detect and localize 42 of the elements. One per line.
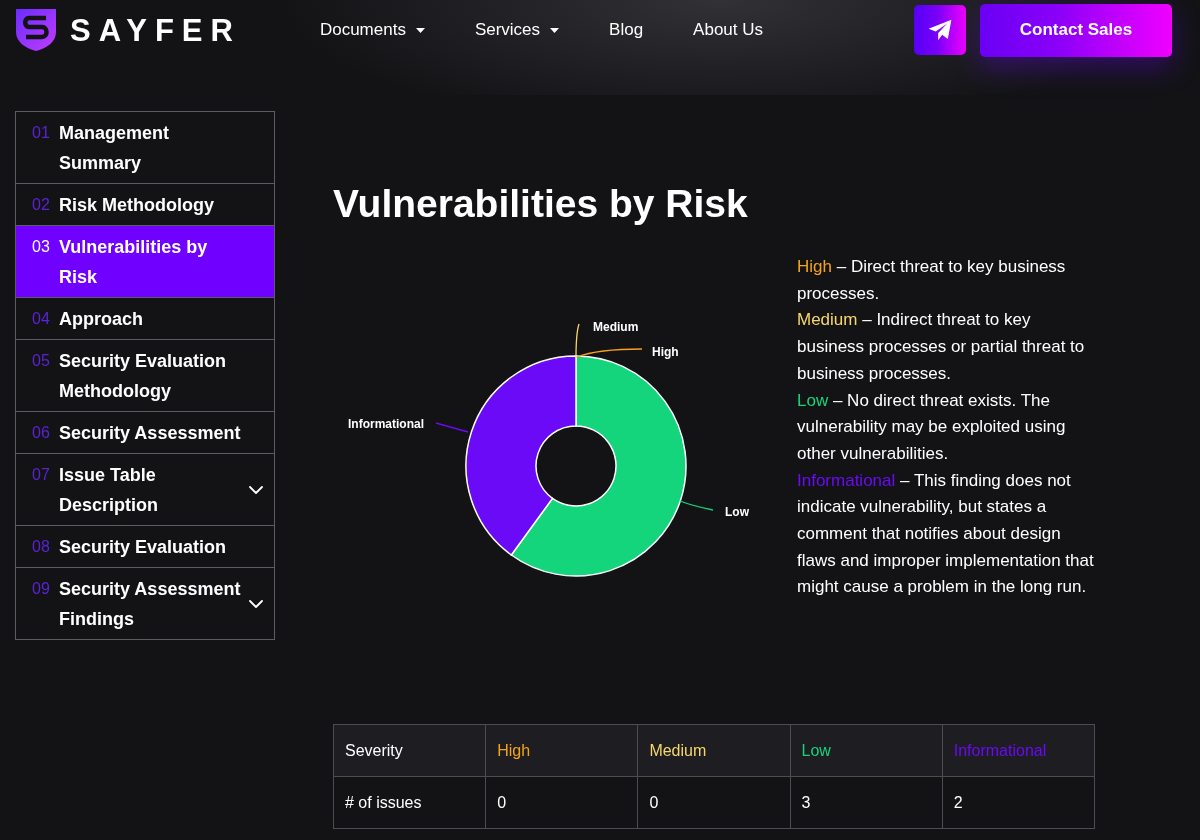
- table-cell: # of issues: [333, 776, 486, 829]
- risk-description: Informational – This finding does not indicate vulnerability, but states a comment that notifies about design flaws and improper implementation that might cause a problem in the long run.: [797, 469, 1095, 599]
- chart-label: Medium: [593, 320, 639, 334]
- paper-plane-button[interactable]: [914, 5, 966, 55]
- nav-link[interactable]: Services: [474, 18, 560, 42]
- page-title: Vulnerabilities by Risk: [333, 181, 749, 227]
- nav-link[interactable]: About Us: [693, 18, 764, 42]
- caret-down-icon: [550, 27, 560, 33]
- leader-line: [679, 500, 714, 511]
- section-number: 07: [32, 464, 51, 485]
- logo-link[interactable]: SAYFER: [15, 8, 241, 52]
- contact-sales-button[interactable]: Contact Sales: [980, 3, 1172, 57]
- section-number: 03: [32, 236, 51, 257]
- leader-line: [435, 422, 469, 433]
- table-header-cell: Informational: [942, 724, 1095, 777]
- caret-down-icon: [415, 27, 425, 33]
- section-number: 08: [32, 536, 51, 557]
- section-number: 01: [32, 122, 51, 143]
- nav-link[interactable]: Blog: [609, 18, 644, 42]
- section-number: 05: [32, 350, 51, 371]
- chart-label: Low: [725, 505, 749, 519]
- table-header-cell: Low: [790, 724, 943, 777]
- section-number: 06: [32, 422, 51, 443]
- toc-item[interactable]: 03 Vulnerabilities by Risk: [16, 225, 274, 297]
- paper-plane-icon: [928, 19, 952, 41]
- shield-logo-icon: [15, 8, 57, 52]
- risk-description: High – Direct threat to key business processes.: [797, 256, 1067, 305]
- table-header-cell: High: [485, 724, 638, 777]
- table-cell: 2: [942, 776, 1095, 829]
- table-cell: 3: [790, 776, 943, 829]
- table-header-cell: Medium: [637, 724, 791, 777]
- nav-link[interactable]: Documents: [319, 18, 425, 42]
- chart-label: High: [652, 345, 679, 359]
- table-header-cell: Severity: [333, 724, 486, 777]
- table-cell: 0: [637, 776, 791, 829]
- section-number: 04: [32, 308, 51, 329]
- risk-description: Low – No direct threat exists. The vulnerability may be exploited using other vulnerabilities.: [797, 389, 1067, 465]
- risk-description: Medium – Indirect threat to key business processes or partial threat to business processes.: [797, 309, 1086, 385]
- chart-label: Informational: [348, 417, 424, 431]
- table-cell: 0: [485, 776, 638, 829]
- section-number: 02: [32, 194, 51, 215]
- section-number: 09: [32, 578, 51, 599]
